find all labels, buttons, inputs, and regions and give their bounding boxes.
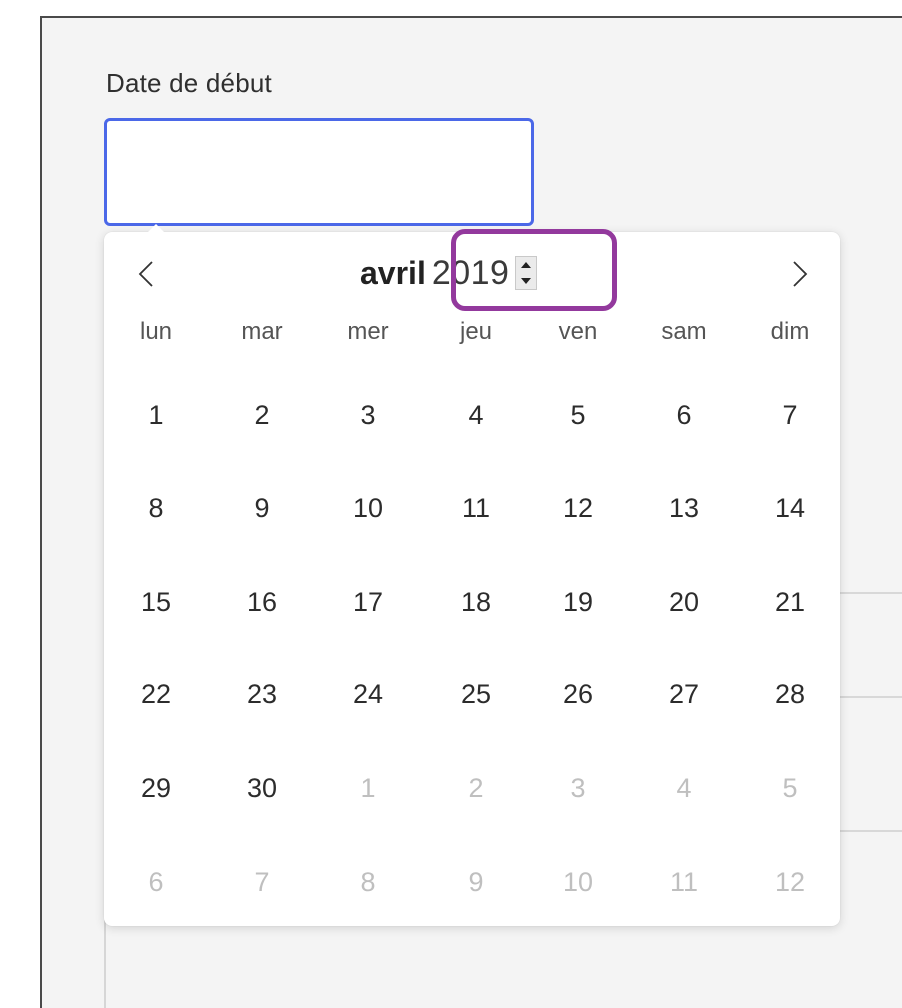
weekday-label: lun — [139, 318, 173, 345]
chevron-left-icon — [138, 261, 153, 287]
spinner-up-icon[interactable] — [521, 262, 532, 268]
day-cell[interactable]: 27 — [654, 669, 714, 719]
day-cell-other-month[interactable]: 12 — [760, 857, 820, 907]
month-year-header: avril 2019 — [360, 250, 538, 296]
day-cell[interactable]: 28 — [760, 669, 820, 719]
day-cell[interactable]: 29 — [126, 763, 186, 813]
datepicker-popup: avril 2019 lun mar mer jeu ven sam dim 1234567… — [104, 224, 840, 926]
day-cell[interactable]: 23 — [232, 669, 292, 719]
day-cell[interactable]: 19 — [548, 577, 608, 627]
day-cell[interactable]: 5 — [548, 390, 608, 440]
background-field — [104, 920, 902, 1008]
day-cell[interactable]: 2 — [232, 390, 292, 440]
day-cell[interactable]: 6 — [654, 390, 714, 440]
day-cell[interactable]: 12 — [548, 483, 608, 533]
day-cell[interactable]: 18 — [446, 577, 506, 627]
day-cell[interactable]: 21 — [760, 577, 820, 627]
year-input[interactable]: 2019 — [432, 253, 538, 293]
day-cell-other-month[interactable]: 9 — [446, 857, 506, 907]
background-divider — [838, 592, 902, 594]
day-cell[interactable]: 30 — [232, 763, 292, 813]
background-divider — [838, 696, 902, 698]
day-cell[interactable]: 24 — [338, 669, 398, 719]
day-cell-other-month[interactable]: 7 — [232, 857, 292, 907]
year-spinner[interactable] — [515, 256, 538, 290]
day-cell[interactable]: 1 — [126, 390, 186, 440]
day-cell[interactable]: 13 — [654, 483, 714, 533]
day-cell[interactable]: 22 — [126, 669, 186, 719]
day-cell[interactable]: 8 — [126, 483, 186, 533]
day-cell-other-month[interactable]: 4 — [654, 763, 714, 813]
next-month-button[interactable] — [780, 254, 820, 294]
day-cell-other-month[interactable]: 8 — [338, 857, 398, 907]
day-cell[interactable]: 14 — [760, 483, 820, 533]
day-cell[interactable]: 7 — [760, 390, 820, 440]
popup-pointer — [148, 224, 164, 232]
day-cell[interactable]: 9 — [232, 483, 292, 533]
start-date-label: Date de début — [106, 68, 272, 98]
year-value[interactable]: 2019 — [432, 254, 510, 293]
weekday-label: mar — [241, 318, 283, 345]
day-cell-other-month[interactable]: 11 — [654, 857, 714, 907]
day-cell[interactable]: 20 — [654, 577, 714, 627]
chevron-right-icon — [793, 261, 808, 287]
weekday-label: ven — [558, 318, 598, 345]
spinner-down-icon[interactable] — [521, 278, 532, 284]
day-cell-other-month[interactable]: 3 — [548, 763, 608, 813]
weekday-label: sam — [661, 318, 707, 345]
day-cell[interactable]: 16 — [232, 577, 292, 627]
background-divider — [838, 830, 902, 832]
day-cell-other-month[interactable]: 2 — [446, 763, 506, 813]
weekday-label: dim — [770, 318, 810, 345]
day-cell[interactable]: 17 — [338, 577, 398, 627]
day-cell[interactable]: 26 — [548, 669, 608, 719]
day-cell-other-month[interactable]: 10 — [548, 857, 608, 907]
start-date-input[interactable] — [104, 118, 534, 226]
screen: Date de début avril 2019 lun mar mer jeu… — [0, 0, 902, 1008]
prev-month-button[interactable] — [126, 254, 166, 294]
day-cell[interactable]: 11 — [446, 483, 506, 533]
month-name: avril — [360, 254, 426, 291]
day-cell[interactable]: 25 — [446, 669, 506, 719]
day-cell[interactable]: 10 — [338, 483, 398, 533]
day-cell-other-month[interactable]: 5 — [760, 763, 820, 813]
day-cell[interactable]: 15 — [126, 577, 186, 627]
weekday-label: mer — [347, 318, 389, 345]
day-cell-other-month[interactable]: 1 — [338, 763, 398, 813]
weekday-label: jeu — [459, 318, 493, 345]
day-cell[interactable]: 3 — [338, 390, 398, 440]
day-cell-other-month[interactable]: 6 — [126, 857, 186, 907]
day-cell[interactable]: 4 — [446, 390, 506, 440]
